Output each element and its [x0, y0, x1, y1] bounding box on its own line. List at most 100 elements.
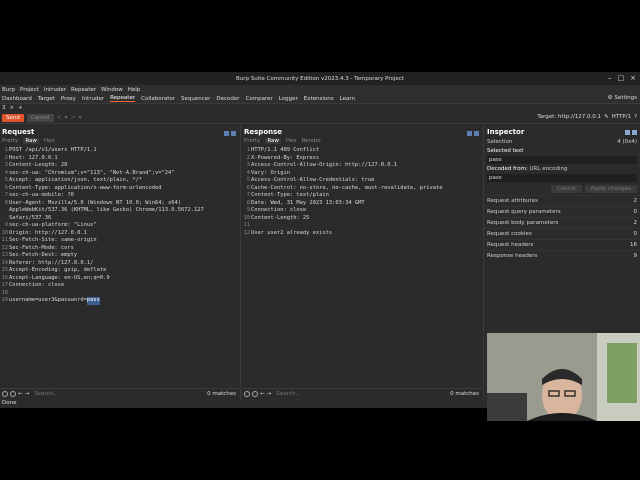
next-icon[interactable]: →	[267, 391, 272, 397]
request-line[interactable]: 5 Accept: application/json, text/plain, *…	[1, 177, 240, 185]
request-line[interactable]: 11 Sec-Fetch-Site: same-origin	[1, 237, 240, 245]
response-line[interactable]: 8 Date: Wed, 31 May 2023 13:03:34 GMT	[243, 200, 483, 208]
next-icon[interactable]: →	[25, 391, 30, 397]
response-line[interactable]: 11	[243, 222, 483, 230]
request-line[interactable]: AppleWebKit/537.36 (KHTML, like Gecko) C…	[1, 207, 240, 215]
add-tab-button[interactable]: +	[18, 105, 23, 111]
request-line[interactable]: 17 Connection: close	[1, 282, 240, 290]
request-line[interactable]: 12 Sec-Fetch-Mode: cors	[1, 245, 240, 253]
apply-changes-button[interactable]: Apply changes	[584, 185, 637, 193]
request-line[interactable]: 7 sec-ch-ua-mobile: ?0	[1, 192, 240, 200]
response-line[interactable]: 5 Access-Control-Allow-Credentials: true	[243, 177, 483, 185]
wrap-icon[interactable]	[231, 131, 236, 136]
inspector-section[interactable]: Request attributes 2	[484, 195, 640, 206]
send-button[interactable]: Send	[2, 113, 24, 122]
response-line[interactable]: 4 Vary: Origin	[243, 170, 483, 178]
prev-icon[interactable]: ←	[18, 391, 23, 397]
prev-icon[interactable]: ←	[260, 391, 265, 397]
tab-extensions[interactable]: Extensions	[304, 96, 334, 102]
request-line[interactable]: 16 Accept-Language: en-US,en;q=0.9	[1, 275, 240, 283]
layout-icon[interactable]	[224, 131, 229, 136]
collapse-icon[interactable]	[632, 129, 637, 135]
tab-raw[interactable]: Raw	[265, 138, 281, 144]
target-label[interactable]: Target: http://127.0.0.1	[537, 114, 601, 120]
response-line[interactable]: 3 Access-Control-Allow-Origin: http://127…	[243, 162, 483, 170]
tab-intruder[interactable]: Intruder	[82, 96, 104, 102]
request-line[interactable]: 6 Content-Type: application/x-www-form-ur…	[1, 185, 240, 193]
request-line[interactable]: 15 Accept-Encoding: gzip, deflate	[1, 267, 240, 275]
tab-learn[interactable]: Learn	[340, 96, 355, 102]
request-line[interactable]: 1 POST /api/v1/users HTTP/1.1	[1, 147, 240, 155]
request-editor[interactable]: 1 POST /api/v1/users HTTP/1.1 2 Host: 127.0…	[0, 147, 240, 305]
forward-button[interactable]: >	[71, 114, 76, 121]
help-icon[interactable]	[2, 390, 8, 397]
response-line[interactable]: 12 User user2 already exists	[243, 230, 483, 238]
request-line[interactable]: 19 username=user3&password= pass	[1, 297, 240, 305]
selection-section[interactable]: Selection 4 (0x4)	[484, 137, 640, 147]
response-line[interactable]: 10 Content-Length: 25	[243, 215, 483, 223]
request-line[interactable]: 18	[1, 290, 240, 298]
decoding-select[interactable]: URL encoding	[530, 166, 568, 172]
menu-intruder[interactable]: Intruder	[44, 87, 66, 93]
tab-proxy[interactable]: Proxy	[61, 96, 76, 102]
menu-window[interactable]: Window	[101, 87, 123, 93]
layout-icon[interactable]	[625, 129, 630, 135]
tab-pretty[interactable]: Pretty	[2, 138, 18, 144]
close-button[interactable]: ×	[630, 74, 636, 82]
request-line[interactable]: 4 sec-ch-ua: "Chromium";v="113", "Not-A.B…	[1, 170, 240, 178]
settings-icon[interactable]	[10, 390, 16, 397]
inspector-section[interactable]: Request body parameters 2	[484, 217, 640, 228]
wrap-icon[interactable]	[474, 131, 479, 136]
tab-collaborator[interactable]: Collaborator	[141, 96, 175, 102]
request-line[interactable]: 2 Host: 127.0.0.1	[1, 155, 240, 163]
close-icon[interactable]: ×	[10, 105, 15, 111]
tab-repeater[interactable]: Repeater	[110, 95, 136, 102]
response-line[interactable]: 6 Cache-Control: no-store, no-cache, must…	[243, 185, 483, 193]
repeater-tab-3[interactable]: 3	[2, 105, 6, 111]
inspector-section[interactable]: Request cookies 0	[484, 228, 640, 239]
help-icon[interactable]: ?	[634, 114, 637, 120]
selected-text-field[interactable]: pass	[487, 156, 637, 164]
tab-comparer[interactable]: Comparer	[246, 96, 273, 102]
menu-repeater[interactable]: Repeater	[71, 87, 96, 93]
response-line[interactable]: 7 Content-Type: text/plain	[243, 192, 483, 200]
menu-project[interactable]: Project	[20, 87, 39, 93]
request-line[interactable]: 10 Origin: http://127.0.0.1	[1, 230, 240, 238]
settings-button[interactable]: ⚙ Settings	[608, 95, 638, 101]
request-line[interactable]: 13 Sec-Fetch-Dest: empty	[1, 252, 240, 260]
response-line[interactable]: 2 X-Powered-By: Express	[243, 155, 483, 163]
response-editor[interactable]: 1 HTTP/1.1 409 Conflict 2 X-Powered-By: Exp…	[242, 147, 483, 237]
request-line[interactable]: 9 sec-ch-ua-platform: "Linux"	[1, 222, 240, 230]
request-line[interactable]: 14 Referer: http://127.0.0.1/	[1, 260, 240, 268]
request-search-input[interactable]: Search...	[34, 391, 184, 397]
request-line[interactable]: 8 User-Agent: Mozilla/5.0 (Windows NT 10.…	[1, 200, 240, 208]
minimize-button[interactable]: –	[608, 74, 612, 82]
forward-history-icon[interactable]: ▾	[79, 114, 82, 121]
layout-icon[interactable]	[467, 131, 472, 136]
tab-pretty[interactable]: Pretty	[244, 138, 260, 144]
help-icon[interactable]	[244, 390, 250, 397]
tab-raw[interactable]: Raw	[23, 138, 39, 144]
response-line[interactable]: 9 Connection: close	[243, 207, 483, 215]
tab-sequencer[interactable]: Sequencer	[181, 96, 210, 102]
menu-burp[interactable]: Burp	[2, 87, 15, 93]
tab-hex[interactable]: Hex	[286, 138, 297, 144]
selected-text[interactable]: pass	[86, 297, 100, 305]
cancel-button[interactable]: Cancel	[26, 113, 54, 122]
back-history-icon[interactable]: ▾	[65, 114, 68, 121]
request-line[interactable]: Safari/537.36	[1, 215, 240, 223]
settings-icon[interactable]	[252, 390, 258, 397]
tab-target[interactable]: Target	[38, 96, 55, 102]
tab-dashboard[interactable]: Dashboard	[2, 96, 32, 102]
maximize-button[interactable]: □	[618, 74, 625, 82]
tab-logger[interactable]: Logger	[279, 96, 298, 102]
tab-hex[interactable]: Hex	[44, 138, 55, 144]
http-version[interactable]: HTTP/1	[612, 114, 631, 120]
response-search-input[interactable]: Search...	[276, 391, 426, 397]
inspector-section[interactable]: Request query parameters 0	[484, 206, 640, 217]
tab-render[interactable]: Render	[302, 138, 322, 144]
inspector-cancel-button[interactable]: Cancel	[550, 185, 582, 193]
menu-help[interactable]: Help	[128, 87, 141, 93]
decoded-text-field[interactable]: pass	[487, 174, 637, 182]
tab-decoder[interactable]: Decoder	[216, 96, 239, 102]
